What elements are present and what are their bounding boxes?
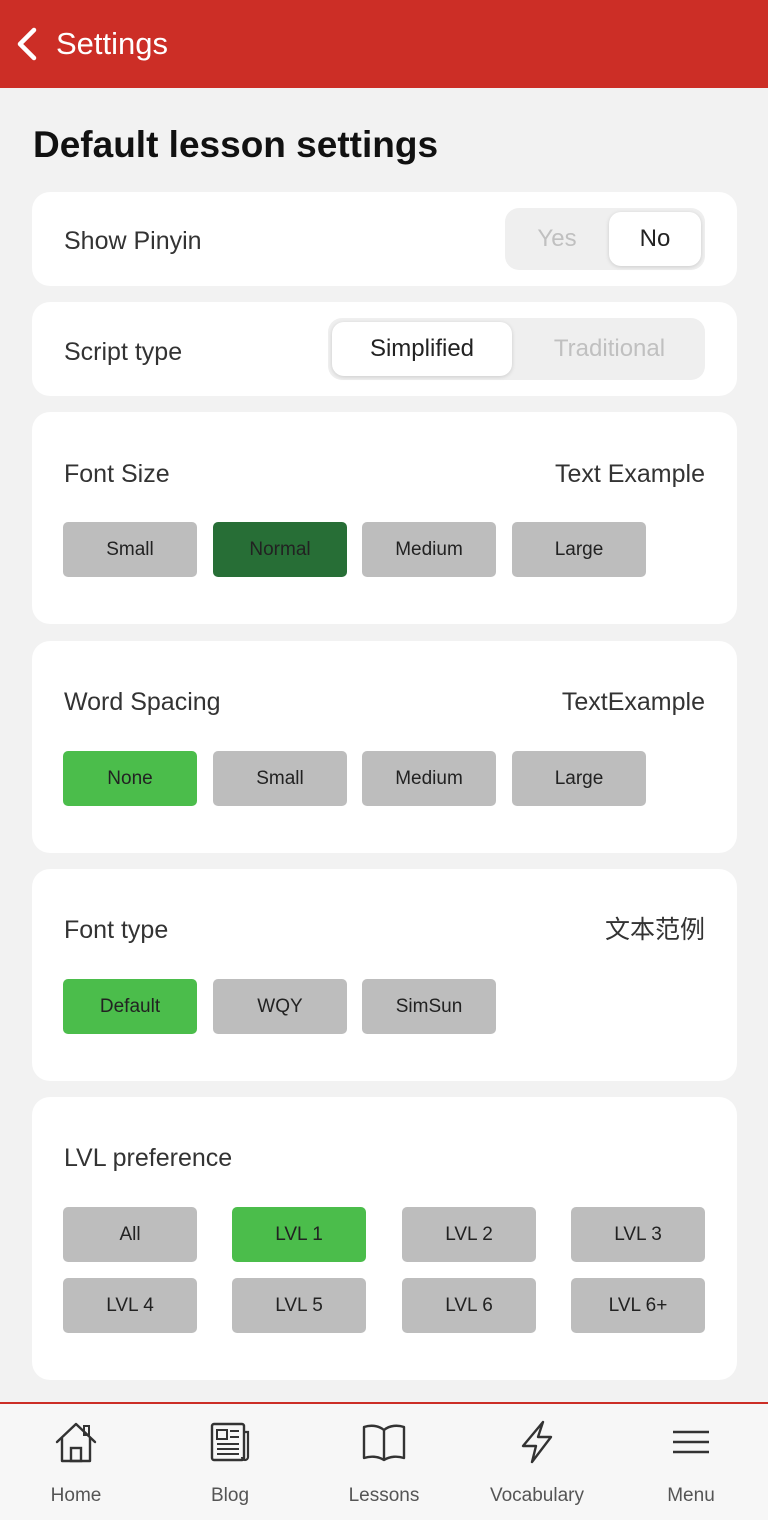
pinyin-no-option[interactable]: No (609, 212, 701, 266)
font-size-medium-chip[interactable]: Medium (362, 522, 496, 577)
lvl-preference-label: LVL preference (64, 1144, 233, 1172)
font-size-example: Text Example (554, 460, 705, 488)
word-spacing-label: Word Spacing (64, 688, 221, 716)
font-type-default-chip[interactable]: Default (63, 979, 197, 1034)
script-type-toggle: Simplified Traditional (328, 318, 705, 380)
word-spacing-example: TextExample (561, 688, 705, 716)
header-title[interactable]: Settings (56, 24, 168, 64)
tab-lessons[interactable]: Lessons (309, 1418, 459, 1508)
lvl-4-chip[interactable]: LVL 4 (63, 1278, 197, 1333)
word-spacing-card: Word Spacing TextExample None Small Medi… (32, 641, 737, 853)
menu-icon (673, 1430, 709, 1454)
font-type-wqy-chip[interactable]: WQY (213, 979, 347, 1034)
font-size-normal-chip[interactable]: Normal (213, 522, 347, 577)
lvl-all-chip[interactable]: All (63, 1207, 197, 1262)
lvl-5-chip[interactable]: LVL 5 (232, 1278, 366, 1333)
app-header: Settings (0, 0, 768, 88)
word-spacing-small-chip[interactable]: Small (213, 751, 347, 806)
word-spacing-large-chip[interactable]: Large (512, 751, 646, 806)
script-type-card: Script type Simplified Traditional (32, 302, 737, 396)
lightning-icon (521, 1420, 553, 1464)
back-chevron-icon[interactable] (14, 26, 40, 62)
show-pinyin-card: Show Pinyin Yes No (32, 192, 737, 286)
font-type-example: 文本范例 (604, 916, 705, 944)
book-icon (362, 1424, 406, 1462)
home-icon (55, 1422, 97, 1463)
bottom-tab-bar: Home Blog Lessons Vocabulary Menu (0, 1402, 768, 1520)
script-type-label: Script type (64, 338, 183, 366)
font-type-simsun-chip[interactable]: SimSun (362, 979, 496, 1034)
tab-blog[interactable]: Blog (155, 1418, 305, 1508)
tab-blog-label: Blog (210, 1485, 250, 1506)
page-title: Default lesson settings (33, 124, 439, 165)
tab-lessons-label: Lessons (348, 1485, 420, 1506)
tab-home-label: Home (50, 1485, 102, 1506)
lvl-1-chip[interactable]: LVL 1 (232, 1207, 366, 1262)
font-type-card: Font type 文本范例 Default WQY SimSun (32, 869, 737, 1081)
script-traditional-option[interactable]: Traditional (518, 322, 701, 376)
show-pinyin-label: Show Pinyin (64, 227, 202, 255)
tab-menu[interactable]: Menu (616, 1418, 766, 1508)
font-size-small-chip[interactable]: Small (63, 522, 197, 577)
tab-vocabulary-label: Vocabulary (489, 1485, 584, 1506)
lvl-preference-card: LVL preference All LVL 1 LVL 2 LVL 3 LVL… (32, 1097, 737, 1380)
lvl-6-plus-chip[interactable]: LVL 6+ (571, 1278, 705, 1333)
font-size-large-chip[interactable]: Large (512, 522, 646, 577)
tab-vocabulary[interactable]: Vocabulary (462, 1418, 612, 1508)
word-spacing-medium-chip[interactable]: Medium (362, 751, 496, 806)
font-size-card: Font Size Text Example Small Normal Medi… (32, 412, 737, 624)
word-spacing-none-chip[interactable]: None (63, 751, 197, 806)
pinyin-yes-option[interactable]: Yes (509, 212, 605, 266)
show-pinyin-toggle: Yes No (505, 208, 705, 270)
font-size-label: Font Size (64, 460, 170, 488)
newspaper-icon (210, 1422, 250, 1462)
script-simplified-option[interactable]: Simplified (332, 322, 512, 376)
tab-menu-label: Menu (667, 1485, 715, 1506)
lvl-6-chip[interactable]: LVL 6 (402, 1278, 536, 1333)
font-type-label: Font type (64, 916, 169, 944)
lvl-2-chip[interactable]: LVL 2 (402, 1207, 536, 1262)
tab-home[interactable]: Home (1, 1418, 151, 1508)
lvl-3-chip[interactable]: LVL 3 (571, 1207, 705, 1262)
